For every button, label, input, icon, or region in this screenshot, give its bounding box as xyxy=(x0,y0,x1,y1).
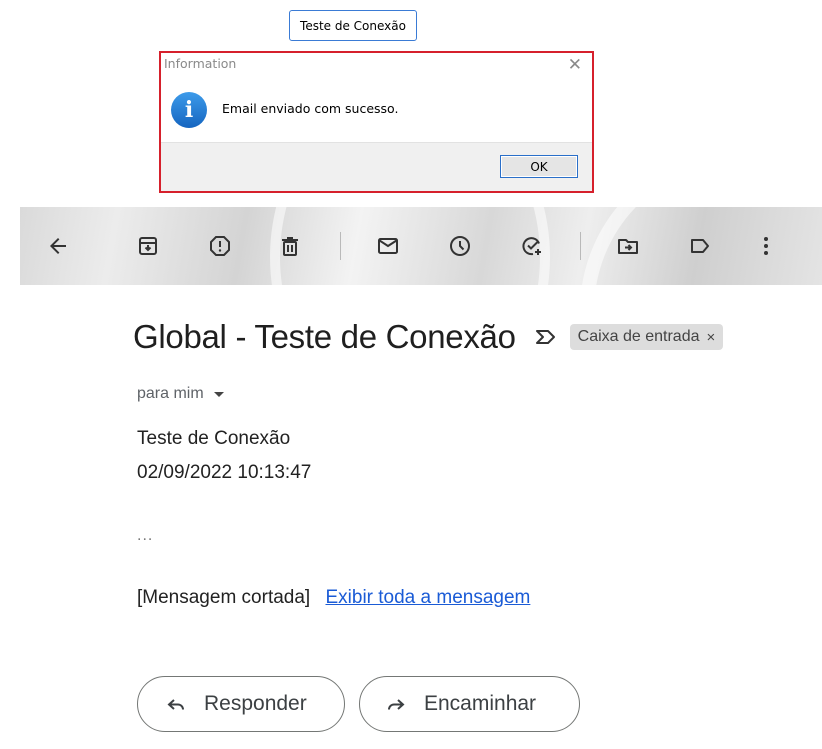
email-body-timestamp: 02/09/2022 10:13:47 xyxy=(137,462,312,483)
email-subject: Global - Teste de Conexão xyxy=(133,318,516,355)
recipient-details-toggle[interactable]: para mim xyxy=(137,385,224,403)
info-icon: i xyxy=(171,92,207,128)
recipient-text: para mim xyxy=(137,385,204,402)
toolbar-background-decoration xyxy=(270,207,550,285)
reply-button[interactable]: Responder xyxy=(137,676,345,732)
trimmed-content-ellipsis[interactable]: ... xyxy=(137,527,153,545)
dialog-message: Email enviado com sucesso. xyxy=(222,101,399,116)
clipped-message-row: [Mensagem cortada] Exibir toda a mensage… xyxy=(137,587,530,609)
subject-row: Global - Teste de Conexão Caixa de entra… xyxy=(133,318,724,356)
forward-icon xyxy=(388,699,405,710)
mark-unread-icon[interactable] xyxy=(376,234,400,258)
toolbar-separator xyxy=(340,232,341,260)
email-body-line: Teste de Conexão xyxy=(137,428,291,449)
add-task-icon[interactable] xyxy=(520,234,544,258)
ok-button[interactable]: OK xyxy=(500,155,578,178)
close-icon[interactable]: ✕ xyxy=(568,55,582,75)
view-full-message-link[interactable]: Exibir toda a mensagem xyxy=(325,587,530,608)
dialog-title: Information xyxy=(164,56,237,71)
toolbar-separator xyxy=(580,232,581,260)
remove-label-icon[interactable]: × xyxy=(707,329,716,346)
reply-icon xyxy=(167,699,184,710)
back-arrow-icon[interactable] xyxy=(46,234,70,258)
archive-icon[interactable] xyxy=(136,234,160,258)
move-to-icon[interactable] xyxy=(616,234,640,258)
inbox-label-text: Caixa de entrada xyxy=(577,328,700,345)
reply-label: Responder xyxy=(204,692,307,715)
inbox-label-chip[interactable]: Caixa de entrada × xyxy=(569,324,724,350)
clipped-message-text: [Mensagem cortada] xyxy=(137,587,311,608)
label-icon[interactable] xyxy=(688,234,712,258)
more-options-icon[interactable] xyxy=(754,234,778,258)
importance-marker-icon[interactable] xyxy=(534,325,558,349)
email-toolbar xyxy=(20,207,822,285)
test-connection-button[interactable]: Teste de Conexão xyxy=(289,10,417,41)
forward-label: Encaminhar xyxy=(424,692,537,715)
snooze-icon[interactable] xyxy=(448,234,472,258)
information-dialog: Information ✕ i Email enviado com sucess… xyxy=(159,51,594,193)
report-spam-icon[interactable] xyxy=(208,234,232,258)
delete-icon[interactable] xyxy=(278,234,302,258)
dialog-footer: OK xyxy=(161,142,592,191)
chevron-down-icon xyxy=(213,391,224,397)
forward-button[interactable]: Encaminhar xyxy=(359,676,580,732)
